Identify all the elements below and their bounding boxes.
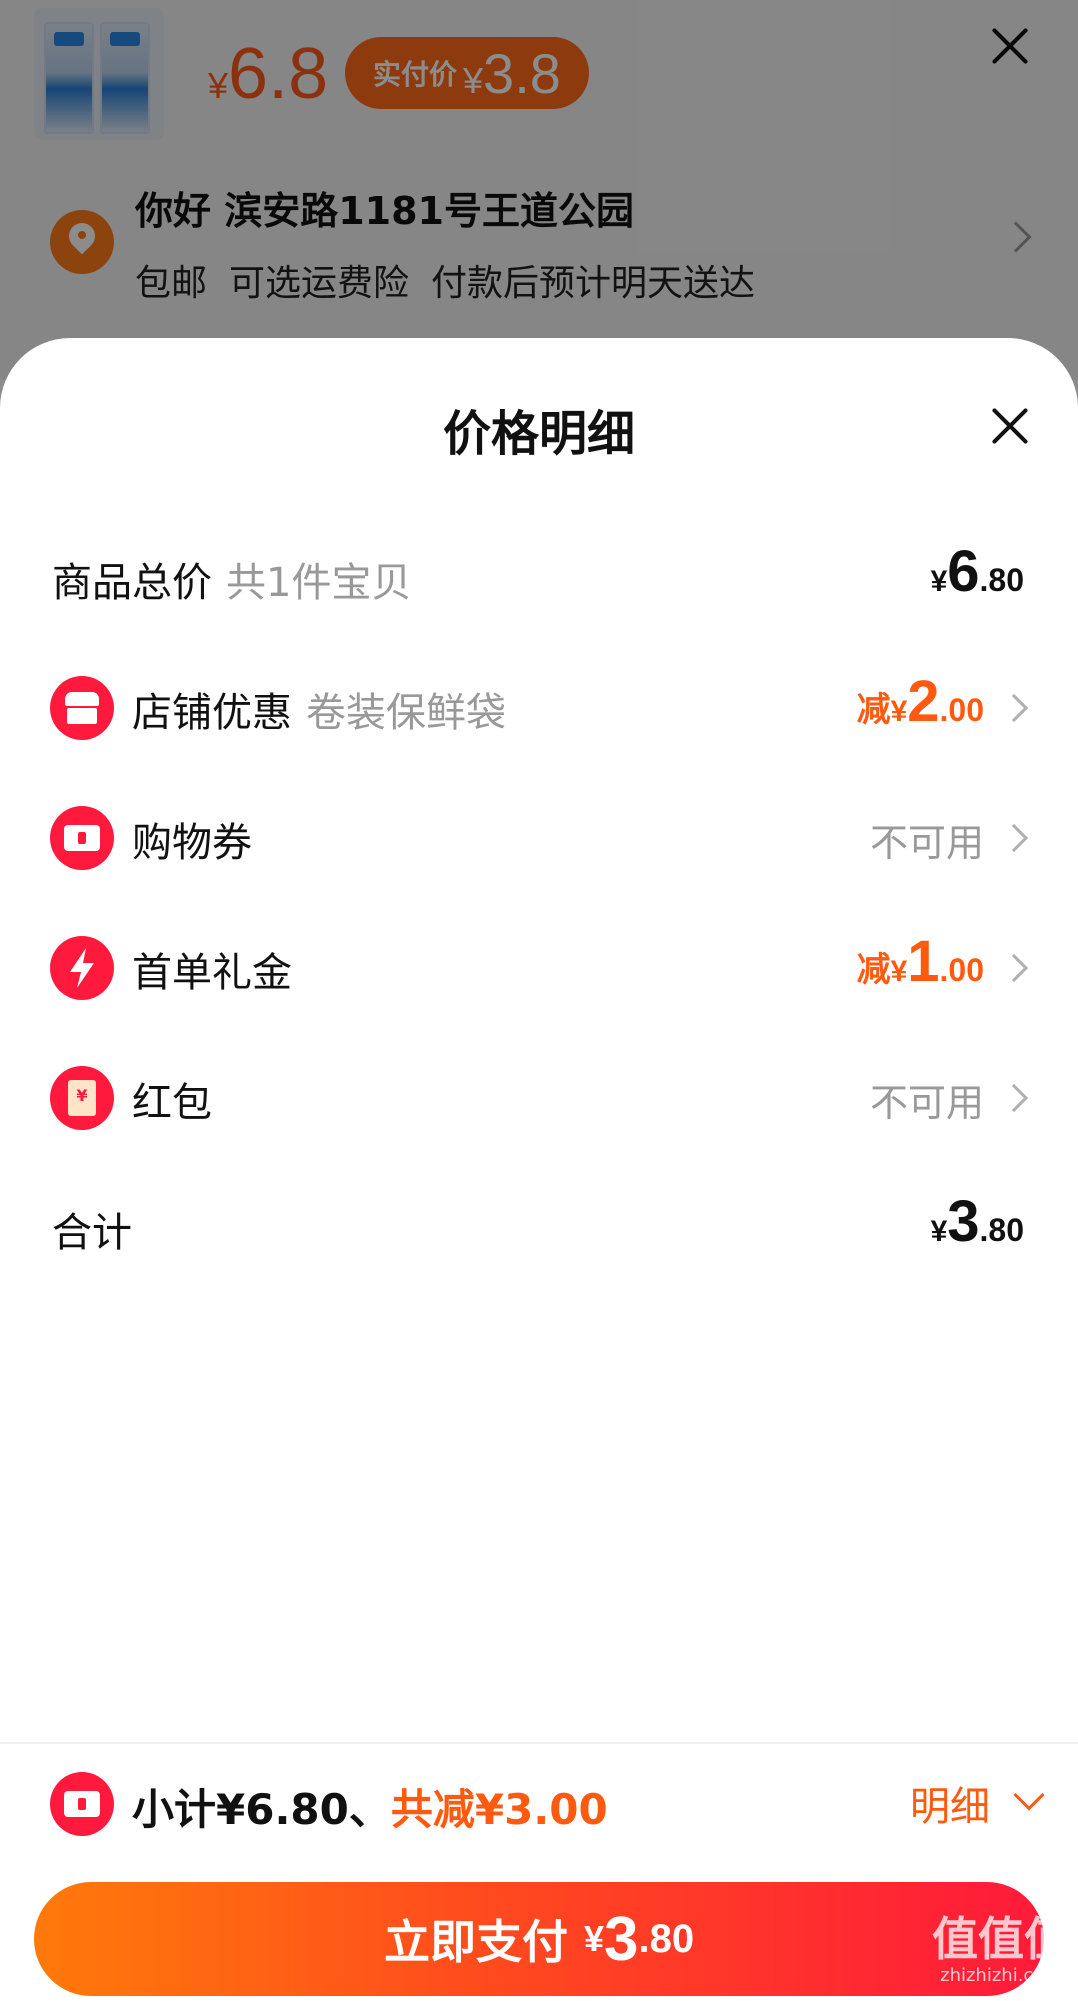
- row-label: 合计: [52, 1210, 132, 1256]
- row-red-envelope[interactable]: 红包 不可用: [0, 1046, 1078, 1146]
- chevron-right-icon[interactable]: [999, 823, 1029, 853]
- lightning-icon: [50, 936, 114, 1000]
- row-label: 首单礼金: [132, 950, 292, 996]
- shop-icon: [50, 676, 114, 740]
- detail-toggle[interactable]: 明细: [910, 1774, 990, 1832]
- row-goods-total: 商品总价 共1件宝贝 ¥6.80: [0, 526, 1078, 626]
- red-envelope-icon: [50, 1066, 114, 1130]
- chevron-right-icon[interactable]: [999, 953, 1029, 983]
- row-discount-amount: 减¥1.00: [856, 929, 984, 994]
- pay-button-label: 立即支付: [383, 1915, 568, 1969]
- ticket-icon: [50, 806, 114, 870]
- sheet-title: 价格明细: [442, 406, 635, 462]
- row-label: 店铺优惠 卷装保鲜袋: [132, 690, 506, 736]
- row-total: 合计 ¥3.80: [0, 1176, 1078, 1276]
- close-icon[interactable]: [990, 406, 1030, 446]
- bottom-divider: [0, 1742, 1078, 1744]
- row-label: 商品总价 共1件宝贝: [52, 560, 412, 606]
- row-shop-discount[interactable]: 店铺优惠 卷装保鲜袋 减¥2.00: [0, 656, 1078, 756]
- row-status: 不可用: [869, 1081, 984, 1125]
- row-label: 红包: [132, 1080, 212, 1126]
- price-detail-sheet: 价格明细 商品总价 共1件宝贝 ¥6.80 店铺优惠 卷装保鲜袋 减¥2.00 购物…: [0, 338, 1078, 2001]
- ticket-icon: [50, 1772, 114, 1836]
- watermark: 值值值 zhizhizhi.com: [932, 1912, 1070, 1986]
- row-amount: ¥3.80: [930, 1189, 1024, 1254]
- chevron-right-icon[interactable]: [999, 693, 1029, 723]
- row-status: 不可用: [869, 821, 984, 865]
- row-first-order-gift[interactable]: 首单礼金 减¥1.00: [0, 916, 1078, 1016]
- row-label: 购物券: [132, 820, 252, 866]
- row-amount: ¥6.80: [930, 539, 1024, 604]
- chevron-right-icon[interactable]: [999, 1083, 1029, 1113]
- pay-now-button[interactable]: 立即支付 ¥3.80: [34, 1882, 1044, 1996]
- subtotal-summary: 小计¥6.80、共减¥3.00: [132, 1785, 608, 1834]
- row-shopping-coupon[interactable]: 购物券 不可用: [0, 786, 1078, 886]
- row-discount-amount: 减¥2.00: [856, 669, 984, 734]
